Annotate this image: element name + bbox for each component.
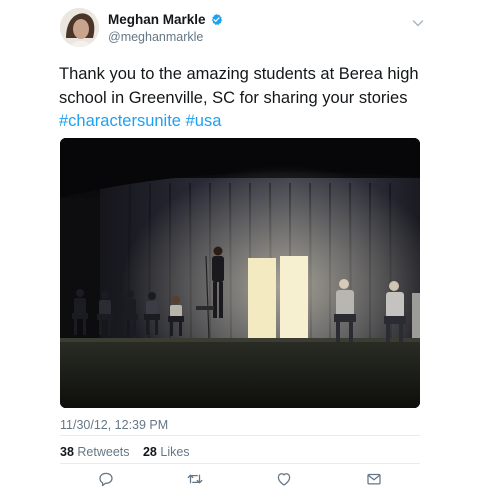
direct-message-icon[interactable] bbox=[365, 470, 383, 488]
hashtag-link[interactable]: #charactersunite bbox=[59, 112, 181, 130]
retweets-stat[interactable]: 38 Retweets bbox=[60, 445, 130, 459]
profile-photo-icon bbox=[60, 8, 99, 47]
like-icon[interactable] bbox=[275, 470, 293, 488]
likes-stat[interactable]: 28 Likes bbox=[143, 445, 190, 459]
divider bbox=[60, 463, 420, 464]
likes-label: Likes bbox=[160, 445, 190, 459]
verified-badge-icon bbox=[211, 13, 222, 26]
username-handle[interactable]: @meghanmarkle bbox=[108, 30, 203, 44]
stage-photo bbox=[60, 138, 420, 408]
likes-count: 28 bbox=[142, 445, 157, 459]
chevron-down-icon[interactable] bbox=[411, 16, 425, 30]
retweets-label: Retweets bbox=[77, 445, 130, 459]
retweet-icon[interactable] bbox=[186, 470, 204, 488]
hashtag-link[interactable]: #usa bbox=[186, 112, 222, 130]
retweets-count: 38 bbox=[60, 445, 74, 459]
tweet-body: Thank you to the amazing students at Ber… bbox=[59, 65, 419, 107]
engagement-stats: 38 Retweets 28 Likes bbox=[60, 445, 200, 459]
avatar[interactable] bbox=[60, 8, 99, 47]
tweet-timestamp[interactable]: 11/30/12, 12:39 PM bbox=[60, 418, 168, 432]
tweet-text: Thank you to the amazing students at Ber… bbox=[59, 63, 439, 134]
tweet-actions bbox=[60, 470, 420, 490]
display-name[interactable]: Meghan Markle bbox=[108, 12, 223, 27]
reply-icon[interactable] bbox=[97, 470, 115, 488]
divider bbox=[60, 435, 420, 436]
tweet-photo[interactable] bbox=[60, 138, 420, 408]
display-name-text[interactable]: Meghan Markle bbox=[108, 12, 206, 27]
tweet-card: Meghan Markle @meghanmarkle Thank you to… bbox=[0, 0, 480, 492]
